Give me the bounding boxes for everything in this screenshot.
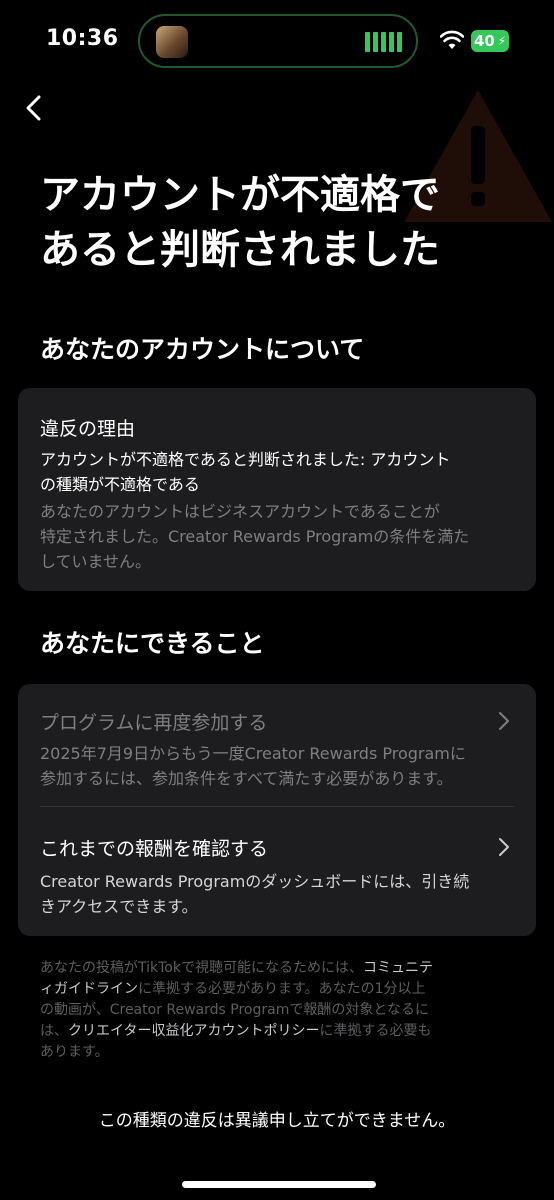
community-guidelines-link[interactable]: コミュニテ	[363, 960, 433, 976]
charging-bolt-icon: ⚡	[497, 34, 506, 48]
no-appeal-notice: この種類の違反は異議申し立てができません。	[98, 1111, 456, 1131]
status-bar: 10:36 40 ⚡	[0, 0, 554, 84]
violation-explanation-line: あなたのアカウントはビジネスアカウントであることが	[40, 502, 440, 521]
creator-monetization-policy-link[interactable]: クリエイター収益化アカウントポリシー	[68, 1023, 319, 1039]
what-you-can-do-heading: あなたにできること	[40, 629, 265, 658]
rejoin-program-row[interactable]: プログラムに再度参加する 2025年7月9日からもう一度Creator Rewa…	[18, 684, 536, 806]
wifi-icon	[440, 30, 464, 49]
view-rewards-row[interactable]: これまでの報酬を確認する Creator Rewards Programのダッシ…	[18, 807, 536, 936]
violation-reason-card: 違反の理由 アカウントが不適格であると判断されました: アカウント の種類が不適…	[18, 388, 536, 591]
back-button[interactable]	[20, 94, 48, 122]
policy-note: あなたの投稿がTikTokで視聴可能になるためには、コミュニテ ィガイドラインに…	[40, 958, 516, 1063]
view-rewards-description-line: きアクセスできます。	[40, 897, 198, 916]
violation-detail-line: アカウントが不適格であると判断されました: アカウント	[40, 450, 451, 469]
chevron-right-icon	[499, 712, 509, 730]
policy-note-text: あります。	[40, 1044, 109, 1060]
policy-note-text: あなたの投稿がTikTokで視聴可能になるためには、	[40, 960, 363, 976]
rejoin-program-title: プログラムに再度参加する	[40, 712, 268, 734]
battery-level: 40	[474, 32, 495, 50]
home-indicator[interactable]	[182, 1181, 376, 1188]
chevron-right-icon	[499, 838, 509, 856]
audio-level-icon	[365, 32, 402, 52]
policy-note-text: は、	[40, 1023, 68, 1039]
dynamic-island[interactable]	[138, 14, 418, 68]
policy-note-text: に準拠する必要も	[319, 1023, 432, 1039]
violation-reason-title: 違反の理由	[40, 418, 136, 440]
rejoin-program-description-line: 参加するには、参加条件をすべて満たす必要があります。	[40, 769, 453, 788]
violation-detail-line: の種類が不適格である	[40, 475, 200, 494]
page-title-line-1: アカウントが不適格で	[40, 172, 440, 218]
policy-note-text: に準拠する必要があります。あなたの1分以上	[138, 981, 426, 997]
violation-explanation-line: していません。	[40, 552, 152, 571]
rejoin-program-description-line: 2025年7月9日からもう一度Creator Rewards Programに	[40, 744, 466, 763]
actions-card: プログラムに再度参加する 2025年7月9日からもう一度Creator Rewa…	[18, 684, 536, 936]
violation-explanation-line: 特定されました。Creator Rewards Programの条件を満た	[40, 527, 470, 546]
view-rewards-description-line: Creator Rewards Programのダッシュボードには、引き続	[40, 872, 470, 891]
battery-icon: 40 ⚡	[471, 30, 509, 52]
policy-note-text: の動画が、Creator Rewards Programで報酬の対象となるに	[40, 1002, 429, 1018]
page-title-line-2: あると判断されました	[40, 227, 440, 273]
community-guidelines-link[interactable]: ィガイドライン	[40, 981, 138, 997]
view-rewards-title: これまでの報酬を確認する	[40, 838, 269, 860]
page-title: アカウントが不適格で あると判断されました	[40, 168, 520, 278]
now-playing-thumbnail	[156, 26, 188, 58]
status-time: 10:36	[46, 26, 119, 51]
about-account-heading: あなたのアカウントについて	[40, 335, 365, 364]
